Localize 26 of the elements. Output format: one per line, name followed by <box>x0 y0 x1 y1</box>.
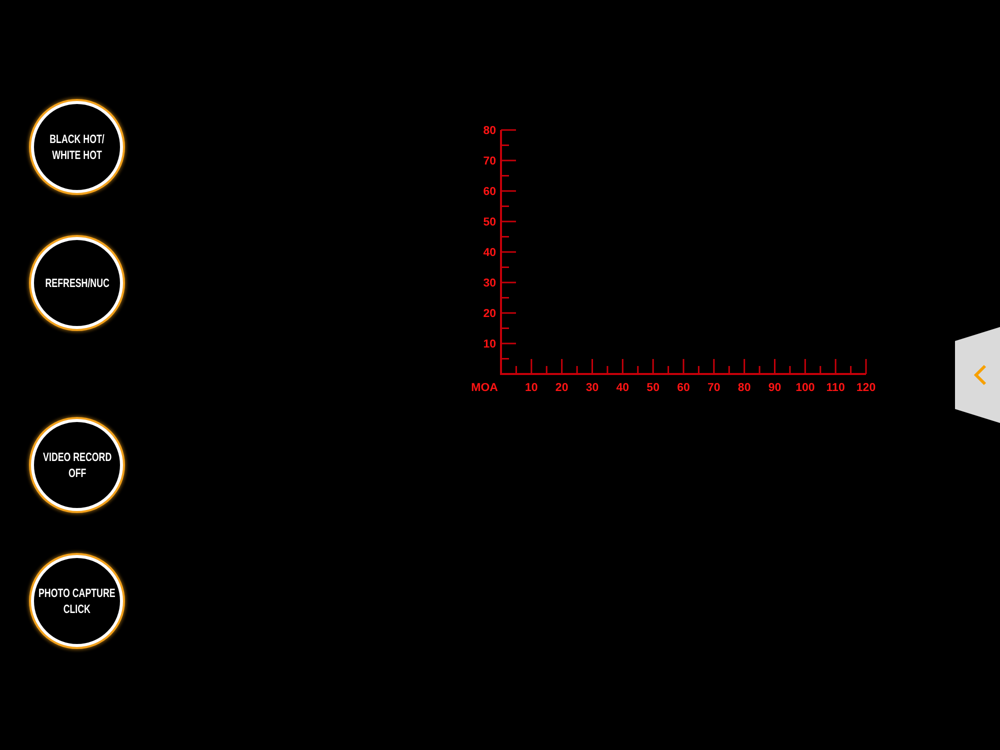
tick-label: 10 <box>525 382 538 394</box>
tick-label: 100 <box>796 382 815 394</box>
tick-label: 30 <box>483 278 496 290</box>
chevron-left-icon <box>972 364 986 386</box>
tick-label: 30 <box>586 382 599 394</box>
tick-label: 60 <box>677 382 690 394</box>
round-button[interactable]: VIDEO RECORD OFF <box>31 419 123 511</box>
tick-label: 40 <box>483 247 496 259</box>
tick-label: 20 <box>555 382 568 394</box>
round-button[interactable]: BLACK HOT/ WHITE HOT <box>31 101 123 193</box>
tick-label: 110 <box>826 382 845 394</box>
tick-label: 50 <box>483 216 496 228</box>
axis-title: MOA <box>471 382 498 394</box>
tick-label: 120 <box>856 382 876 394</box>
tick-label: 10 <box>483 338 496 350</box>
tick-label: 40 <box>616 382 630 394</box>
tick-label: 50 <box>646 382 660 394</box>
round-button[interactable]: PHOTO CAPTURE CLICK <box>31 555 123 647</box>
tick-label: 70 <box>708 382 720 394</box>
tick-label: 80 <box>483 125 496 137</box>
tick-label: 70 <box>483 156 496 168</box>
round-button[interactable]: REFRESH/NUC <box>31 237 123 329</box>
tick-label: 20 <box>483 308 496 320</box>
tick-label: 60 <box>483 186 496 198</box>
tick-label: 90 <box>768 382 782 394</box>
tick-label: 80 <box>738 382 751 394</box>
